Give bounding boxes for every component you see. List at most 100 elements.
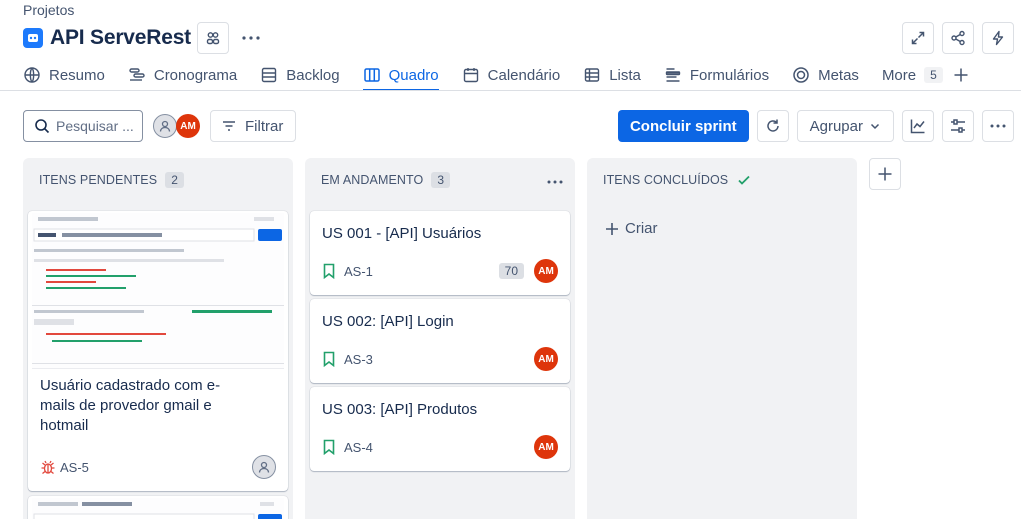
unassigned-avatar[interactable]	[153, 114, 177, 138]
people-icon	[206, 32, 220, 45]
filter-label: Filtrar	[245, 117, 284, 135]
chart-line-icon	[910, 119, 925, 134]
tab-lista[interactable]: Lista	[583, 60, 641, 90]
issue-card[interactable]: US 001 - [API] Usuários AS-1 70 AM	[310, 211, 570, 295]
story-icon	[323, 439, 335, 455]
tab-more[interactable]: More 5	[882, 60, 943, 90]
column-count: 3	[431, 172, 451, 188]
header-actions	[902, 22, 1014, 54]
column-header: EM ANDAMENTO 3	[321, 172, 451, 188]
column-more-button[interactable]	[539, 166, 571, 198]
group-by-button[interactable]: Agrupar	[796, 110, 894, 142]
card-footer: AS-1 70 AM	[322, 259, 558, 283]
project-tabs: Resumo Cronograma Backlog Quadro Calendá…	[23, 59, 1021, 91]
card-title: US 003: [API] Produtos	[322, 401, 478, 418]
issue-key: AS-5	[60, 459, 89, 475]
page-title: API ServeRest	[50, 26, 191, 49]
board-more-button[interactable]	[982, 110, 1014, 142]
story-icon	[323, 351, 335, 367]
issue-card[interactable]	[28, 496, 288, 519]
search-input[interactable]: Pesquisar ...	[23, 110, 143, 142]
tab-resumo[interactable]: Resumo	[23, 60, 105, 90]
team-button[interactable]	[196, 22, 229, 54]
card-footer: AS-4 AM	[322, 435, 558, 459]
avatar[interactable]: AM	[176, 114, 200, 138]
tab-label: Quadro	[388, 66, 439, 84]
project-avatar-icon	[23, 28, 43, 48]
automation-button[interactable]	[982, 22, 1014, 54]
tab-quadro[interactable]: Quadro	[362, 60, 439, 91]
user-icon	[258, 461, 270, 473]
tab-label: Metas	[818, 66, 859, 84]
card-title: US 001 - [API] Usuários	[322, 225, 482, 242]
column-title: EM ANDAMENTO	[321, 173, 424, 187]
view-settings-button[interactable]	[942, 110, 974, 142]
tab-backlog[interactable]: Backlog	[260, 60, 340, 90]
list-icon	[585, 68, 600, 82]
create-issue-button[interactable]: Criar	[605, 220, 658, 237]
tab-label: Resumo	[49, 66, 105, 84]
sprint-sync-button[interactable]	[756, 110, 789, 142]
plus-icon	[878, 167, 892, 181]
calendar-icon	[463, 68, 478, 83]
forms-icon	[665, 68, 681, 82]
card-title: Usuário cadastrado com e-mails de proved…	[40, 377, 221, 434]
fullscreen-button[interactable]	[902, 22, 934, 54]
avatar[interactable]: AM	[534, 259, 558, 283]
plus-icon	[954, 68, 968, 82]
more-icon	[990, 124, 1006, 128]
filter-button[interactable]: Filtrar	[210, 110, 297, 142]
sliders-icon	[951, 119, 965, 133]
create-label: Criar	[625, 220, 658, 237]
avatar[interactable]: AM	[534, 347, 558, 371]
column-todo: ITENS PENDENTES 2 Usuário cadastrado com…	[23, 158, 293, 519]
tab-metas[interactable]: Metas	[792, 60, 859, 90]
column-header: ITENS PENDENTES 2	[39, 172, 184, 188]
more-actions-button[interactable]	[235, 22, 267, 54]
tab-label: Formulários	[689, 66, 770, 84]
add-column-button[interactable]	[869, 158, 901, 190]
tab-calendario[interactable]: Calendário	[462, 60, 560, 90]
screenshot-thumbnail-icon	[32, 213, 284, 368]
bug-icon	[41, 460, 55, 475]
column-title: ITENS PENDENTES	[39, 173, 158, 187]
card-footer: AS-5	[40, 455, 276, 479]
backlog-icon	[262, 67, 277, 83]
issue-card[interactable]: US 002: [API] Login AS-3 AM	[310, 299, 570, 383]
check-icon	[738, 175, 750, 185]
screenshot-thumbnail-icon	[32, 498, 284, 519]
search-icon	[35, 119, 50, 134]
add-tab-button[interactable]	[951, 59, 971, 91]
expand-icon	[911, 31, 925, 45]
issue-card[interactable]: Usuário cadastrado com e-mails de proved…	[28, 211, 288, 491]
card-footer: AS-3 AM	[322, 347, 558, 371]
avatar[interactable]: AM	[534, 435, 558, 459]
column-title: ITENS CONCLUÍDOS	[603, 173, 729, 187]
more-count-badge: 5	[924, 67, 943, 83]
group-label: Agrupar	[809, 117, 863, 135]
tab-cronograma[interactable]: Cronograma	[128, 60, 237, 90]
project-header: API ServeRest	[23, 22, 267, 54]
column-header: ITENS CONCLUÍDOS	[603, 172, 752, 188]
card-cover-image	[32, 498, 284, 519]
goals-icon	[793, 67, 809, 83]
share-button[interactable]	[942, 22, 974, 54]
timeline-icon	[129, 68, 145, 81]
board-icon	[363, 68, 380, 82]
issue-card[interactable]: US 003: [API] Produtos AS-4 AM	[310, 387, 570, 471]
issue-key: AS-3	[344, 351, 373, 367]
issue-key: AS-4	[344, 439, 373, 455]
breadcrumb[interactable]: Projetos	[23, 2, 74, 18]
insights-button[interactable]	[902, 110, 934, 142]
globe-icon	[24, 67, 40, 83]
more-icon	[547, 180, 563, 184]
header-divider	[0, 90, 1021, 91]
refresh-icon	[766, 119, 779, 132]
story-icon	[323, 263, 335, 279]
plus-icon	[606, 222, 618, 235]
tab-formularios[interactable]: Formulários	[664, 60, 769, 90]
search-placeholder: Pesquisar ...	[56, 118, 134, 134]
card-title: US 002: [API] Login	[322, 313, 454, 330]
complete-sprint-button[interactable]: Concluir sprint	[617, 110, 749, 142]
unassigned-avatar[interactable]	[252, 455, 276, 479]
